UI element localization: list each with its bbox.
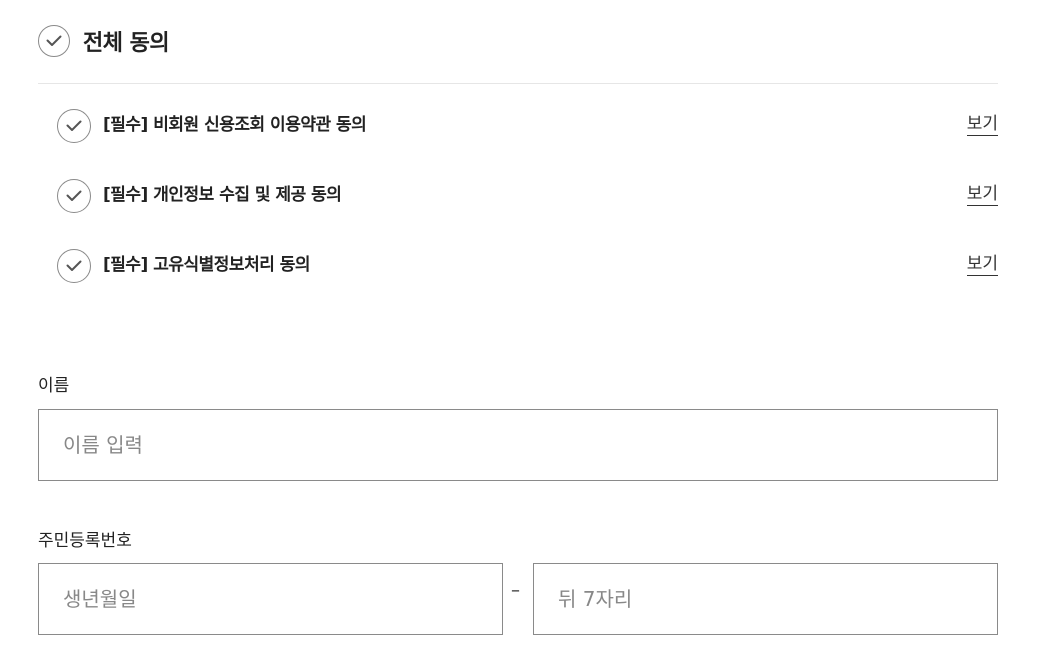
term-item: [필수] 개인정보 수집 및 제공 동의 보기 [57,178,998,213]
term-checkbox[interactable] [57,178,91,213]
view-terms-link[interactable]: 보기 [966,254,998,276]
birthdate-input[interactable] [39,564,502,634]
check-icon [46,35,62,46]
all-agree-row: 전체 동의 [38,0,998,84]
term-label: [필수] 비회원 신용조회 이용약관 동의 [103,115,367,135]
resident-back-input-box [533,563,998,635]
term-label: [필수] 고유식별정보처리 동의 [103,255,311,275]
resident-number-label: 주민등록번호 [38,531,132,551]
resident-back-input[interactable] [534,564,997,634]
name-label: 이름 [38,376,70,396]
term-checkbox[interactable] [57,108,91,143]
term-label: [필수] 개인정보 수집 및 제공 동의 [103,185,342,205]
term-item: [필수] 비회원 신용조회 이용약관 동의 보기 [57,108,998,143]
agreement-form: 전체 동의 [필수] 비회원 신용조회 이용약관 동의 보기 [필수] 개인정보… [38,0,998,635]
view-terms-link[interactable]: 보기 [966,114,998,136]
term-checkbox[interactable] [57,248,91,283]
check-icon [66,190,82,201]
name-input[interactable] [39,410,997,480]
terms-list: [필수] 비회원 신용조회 이용약관 동의 보기 [필수] 개인정보 수집 및 … [38,84,998,283]
term-item: [필수] 고유식별정보처리 동의 보기 [57,248,998,283]
all-agree-checkbox[interactable] [38,24,70,57]
view-terms-link[interactable]: 보기 [966,184,998,206]
check-icon [66,120,82,131]
birthdate-input-box [38,563,503,635]
name-input-box [38,409,998,481]
all-agree-label: 전체 동의 [83,30,170,56]
resident-number-separator: – [511,580,520,601]
check-icon [66,260,82,271]
